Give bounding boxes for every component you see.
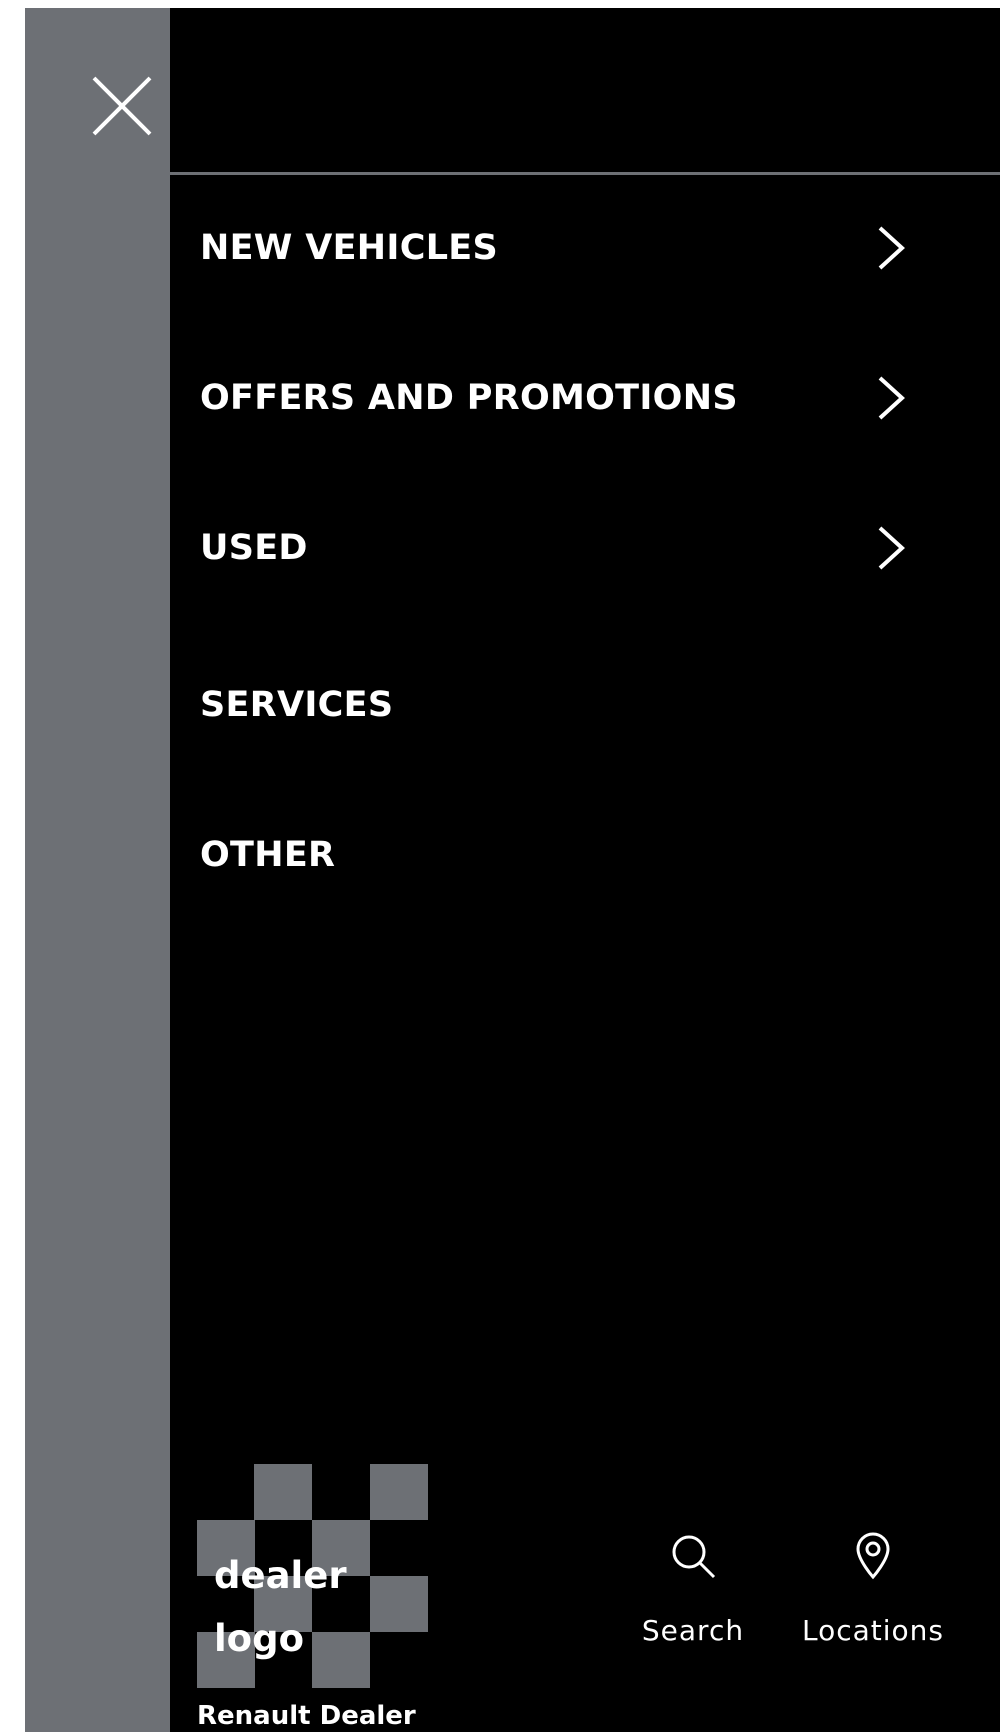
- search-icon: [665, 1528, 721, 1584]
- location-pin-icon: [845, 1528, 901, 1584]
- chevron-right-icon: [868, 225, 914, 271]
- close-menu-button[interactable]: [82, 66, 162, 146]
- search-button[interactable]: Search: [608, 1528, 778, 1698]
- menu-item-offers-and-promotions[interactable]: OFFERS AND PROMOTIONS: [200, 343, 920, 453]
- close-icon: [92, 76, 152, 136]
- chevron-right-icon: [868, 525, 914, 571]
- chevron-right-icon: [868, 375, 914, 421]
- dealer-logo-text-line1: dealer: [214, 1554, 347, 1597]
- dealer-name: Renault Dealer: [197, 1701, 416, 1731]
- menu-item-used[interactable]: USED: [200, 493, 920, 603]
- locations-label: Locations: [801, 1614, 944, 1647]
- search-label: Search: [641, 1614, 745, 1647]
- menu-item-new-vehicles[interactable]: NEW VEHICLES: [200, 193, 920, 303]
- menu-item-services[interactable]: SERVICES: [200, 650, 920, 760]
- menu-item-label: OTHER: [200, 835, 336, 875]
- dealer-logo[interactable]: dealer logo Renault Dealer: [197, 1464, 429, 1732]
- panel-header: [170, 8, 1000, 175]
- menu-item-label: USED: [200, 528, 308, 568]
- navigation-menu-panel: NEW VEHICLES OFFERS AND PROMOTIONS USED …: [170, 8, 1000, 1732]
- menu-item-other[interactable]: OTHER: [200, 800, 920, 910]
- dealer-logo-text-line2: logo: [214, 1617, 305, 1660]
- menu-item-label: OFFERS AND PROMOTIONS: [200, 378, 738, 418]
- menu-item-label: NEW VEHICLES: [200, 228, 499, 268]
- locations-button[interactable]: Locations: [773, 1528, 973, 1698]
- menu-item-label: SERVICES: [200, 685, 394, 725]
- side-rail: [25, 8, 170, 1732]
